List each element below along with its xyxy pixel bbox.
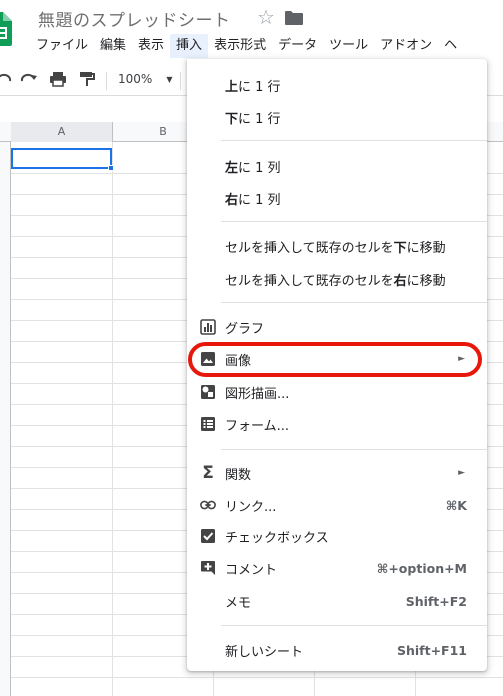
menu-item-label: メモ bbox=[225, 595, 252, 611]
menu-item-checkbox[interactable]: チェックボックス bbox=[187, 521, 487, 551]
fill-handle[interactable] bbox=[108, 165, 114, 171]
menu-divider bbox=[221, 625, 487, 626]
menu-item-insert-cells-shift-right[interactable]: セルを挿入して既存のセルを右に移動 bbox=[187, 264, 487, 294]
menu-divider bbox=[221, 302, 487, 303]
menu-item-chart[interactable]: グラフ bbox=[187, 312, 487, 342]
menu-tools[interactable]: ツール bbox=[323, 34, 374, 58]
redo-icon[interactable] bbox=[20, 70, 38, 88]
menu-item-label: フォーム... bbox=[225, 418, 290, 434]
menu-item-insert-column-right[interactable]: 右に 1 列 bbox=[187, 183, 487, 213]
menu-item-drawing[interactable]: 図形描画... bbox=[187, 377, 487, 407]
shortcut-label: Shift+F2 bbox=[405, 593, 467, 609]
link-icon bbox=[200, 497, 216, 513]
menu-item-link[interactable]: リンク... ⌘K bbox=[187, 490, 487, 520]
menu-item-function[interactable]: Σ 関数 ► bbox=[187, 458, 487, 488]
document-title[interactable]: 無題のスプレッドシート bbox=[38, 6, 231, 31]
menu-item-label: チェックボックス bbox=[225, 530, 329, 546]
menu-item-label: 左に 1 列 bbox=[225, 160, 281, 176]
menu-item-label: 関数 bbox=[225, 467, 252, 483]
menu-item-new-sheet[interactable]: 新しいシート Shift+F11 bbox=[187, 635, 487, 665]
form-icon bbox=[200, 416, 216, 432]
menu-edit[interactable]: 編集 bbox=[94, 34, 132, 58]
menu-divider bbox=[221, 140, 487, 141]
menu-help[interactable]: ヘ bbox=[438, 34, 463, 58]
shortcut-label: Shift+F11 bbox=[396, 642, 467, 658]
column-header-a[interactable]: A bbox=[11, 122, 113, 142]
menu-item-form[interactable]: フォーム... bbox=[187, 409, 487, 439]
highlight-ring-annotation bbox=[188, 342, 482, 377]
menu-item-label: 下に 1 行 bbox=[225, 111, 281, 127]
menu-item-insert-column-left[interactable]: 左に 1 列 bbox=[187, 151, 487, 181]
submenu-arrow-icon: ► bbox=[458, 468, 465, 478]
menu-divider bbox=[221, 449, 487, 450]
menu-item-label: コメント bbox=[225, 562, 278, 578]
row-header-gutter[interactable] bbox=[0, 142, 11, 696]
menu-item-insert-cells-shift-down[interactable]: セルを挿入して既存のセルを下に移動 bbox=[187, 231, 487, 261]
menu-item-label: リンク... bbox=[225, 499, 277, 515]
menu-item-label: 上に 1 行 bbox=[225, 79, 281, 95]
shortcut-label: ⌘K bbox=[445, 497, 467, 513]
menu-item-label: セルを挿入して既存のセルを下に移動 bbox=[225, 240, 446, 256]
menu-addons[interactable]: アドオン bbox=[374, 34, 438, 58]
folder-icon[interactable] bbox=[285, 11, 303, 25]
menu-item-note[interactable]: メモ Shift+F2 bbox=[187, 586, 487, 616]
menu-format[interactable]: 表示形式 bbox=[208, 34, 272, 58]
menu-divider bbox=[221, 221, 487, 222]
menu-file[interactable]: ファイル bbox=[30, 34, 94, 58]
menu-item-insert-row-below[interactable]: 下に 1 行 bbox=[187, 102, 487, 132]
toolbar-divider bbox=[180, 72, 181, 90]
menubar: ファイル 編集 表示 挿入 表示形式 データ ツール アドオン ヘ bbox=[30, 34, 463, 58]
menu-item-insert-row-above[interactable]: 上に 1 行 bbox=[187, 70, 487, 100]
active-cell-a1[interactable] bbox=[11, 148, 112, 169]
menu-item-label: 図形描画... bbox=[225, 386, 290, 402]
menu-item-label: グラフ bbox=[225, 321, 265, 337]
menu-item-label: 新しいシート bbox=[225, 644, 304, 660]
menu-item-label: 右に 1 列 bbox=[225, 192, 281, 208]
sigma-icon: Σ bbox=[202, 463, 214, 483]
star-icon[interactable]: ☆ bbox=[257, 5, 275, 29]
print-icon[interactable] bbox=[49, 70, 67, 88]
menu-insert[interactable]: 挿入 bbox=[170, 34, 209, 58]
shortcut-label: ⌘+option+M bbox=[376, 560, 467, 576]
zoom-value: 100% bbox=[118, 72, 153, 86]
toolbar-divider bbox=[106, 72, 107, 90]
menu-data[interactable]: データ bbox=[272, 34, 323, 58]
drawing-icon bbox=[200, 384, 216, 400]
sheets-logo-icon[interactable] bbox=[0, 12, 12, 46]
menu-item-label: セルを挿入して既存のセルを右に移動 bbox=[225, 273, 446, 289]
menu-item-comment[interactable]: コメント ⌘+option+M bbox=[187, 553, 487, 583]
menu-view[interactable]: 表示 bbox=[132, 34, 170, 58]
undo-icon[interactable] bbox=[0, 70, 12, 88]
paint-format-icon[interactable] bbox=[78, 70, 96, 88]
chevron-down-icon: ▼ bbox=[166, 74, 173, 84]
checkbox-icon bbox=[200, 528, 216, 544]
comment-icon bbox=[200, 560, 216, 576]
chart-icon bbox=[200, 319, 216, 335]
zoom-select[interactable]: 100% ▼ bbox=[118, 72, 172, 86]
